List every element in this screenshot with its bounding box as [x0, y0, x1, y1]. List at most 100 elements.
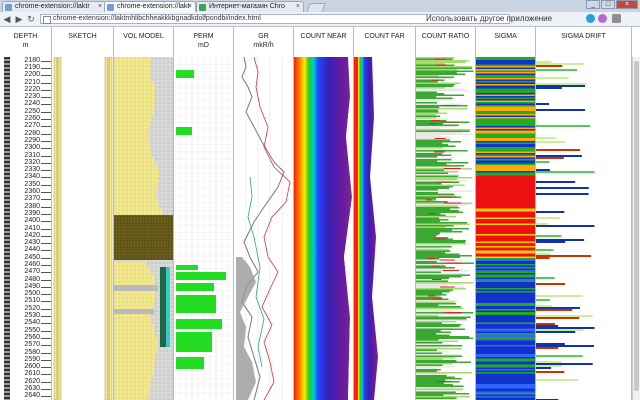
close-tab-icon[interactable]: × [98, 2, 102, 12]
sigma-band [476, 70, 535, 72]
close-window-icon[interactable]: × [616, 0, 638, 9]
drift-band [536, 109, 586, 111]
scrollbar-thumb[interactable] [634, 61, 639, 391]
sigma-band [476, 160, 535, 162]
sigma-band [476, 381, 535, 383]
gr-red-curve [253, 57, 291, 400]
drift-band [536, 179, 596, 181]
ratio-band [416, 273, 465, 275]
back-icon[interactable]: ◀ [2, 14, 12, 24]
depth-tick [41, 184, 51, 186]
drift-band [536, 315, 593, 317]
sigma-band [476, 336, 535, 338]
minimize-icon[interactable]: _ [586, 0, 600, 9]
ratio-band [416, 228, 469, 230]
extension-hint[interactable]: Использовать другое приложение [426, 14, 552, 24]
drift-band [536, 79, 596, 81]
close-tab-icon[interactable]: × [188, 2, 192, 12]
drift-band [536, 159, 596, 161]
ratio-band [416, 219, 449, 221]
sigma-band [476, 274, 535, 276]
sigma-band [476, 87, 535, 89]
sigma-band [476, 189, 535, 191]
ratio-band [416, 303, 457, 305]
depth-tick [41, 119, 51, 121]
sigma-band [476, 262, 535, 264]
depth-tick [41, 257, 51, 259]
reload-icon[interactable]: ↻ [26, 14, 36, 24]
sigma-band [476, 229, 535, 231]
drift-band [536, 367, 552, 369]
sigma-band [476, 102, 535, 104]
forward-icon[interactable]: ▶ [14, 14, 24, 24]
drift-band [536, 353, 596, 355]
drift-band [536, 201, 596, 203]
ratio-band [444, 312, 462, 313]
drift-band [536, 285, 596, 287]
ratio-band [416, 81, 438, 83]
drift-band [536, 229, 596, 231]
sigma-band [476, 174, 535, 176]
drift-band [536, 313, 596, 315]
browser-tab-2[interactable]: chrome-extension://lakt × [104, 1, 196, 12]
ratio-band [427, 295, 436, 297]
drift-band [536, 389, 596, 391]
sigma-band [476, 61, 535, 63]
depth-tick [41, 272, 51, 274]
ratio-band [416, 255, 473, 257]
sigma-band [476, 324, 535, 326]
depth-tick [41, 111, 51, 113]
drift-band [536, 263, 596, 265]
gr-track [234, 57, 294, 400]
sigma-band [476, 163, 535, 165]
browser-tab-3[interactable]: Интернет-магазин Chro × [196, 1, 304, 12]
drift-band [536, 369, 596, 371]
track-header-sketch: SKETCH [52, 27, 114, 57]
close-tab-icon[interactable]: × [296, 2, 300, 12]
vertical-scrollbar[interactable] [632, 57, 640, 400]
drift-band [536, 283, 566, 285]
ratio-band [442, 121, 459, 123]
perm-plot [174, 57, 233, 400]
drift-band [536, 385, 596, 387]
drift-band [536, 69, 577, 71]
ratio-band [416, 307, 464, 309]
ratio-band [416, 178, 458, 180]
sigma-band [476, 81, 535, 83]
sigma-band [476, 367, 535, 369]
ratio-band [416, 78, 452, 80]
ratio-band [416, 387, 455, 389]
sigma-band [476, 151, 535, 153]
sigma-band [476, 246, 535, 248]
ratio-band [437, 181, 451, 183]
sigma-band [476, 372, 535, 374]
ratio-band [416, 124, 459, 126]
sigma-band [476, 145, 535, 147]
extension-icon[interactable] [598, 14, 607, 23]
ratio-band [416, 363, 453, 365]
ratio-band [416, 210, 459, 212]
sigma-band [476, 205, 535, 207]
skype-icon[interactable] [586, 14, 595, 23]
drift-band [536, 281, 596, 283]
drift-band [536, 333, 596, 335]
sigma-band [476, 78, 535, 80]
drift-band [536, 231, 596, 233]
menu-icon[interactable] [612, 14, 621, 23]
sigma-band [476, 397, 535, 399]
drift-band [536, 83, 587, 85]
sigma-band [476, 382, 535, 384]
address-text: chrome-extension://laktmhlibchheakkkbgna… [53, 15, 261, 22]
sigma-band [476, 121, 535, 123]
ratio-band [416, 63, 445, 65]
ratio-band [416, 112, 448, 114]
sigma-band [476, 129, 535, 131]
maximize-icon[interactable]: □ [601, 0, 615, 9]
coal-layer [114, 215, 173, 260]
sigma-band [476, 244, 535, 246]
drift-band [536, 247, 596, 249]
perm-bar [176, 283, 214, 291]
browser-tab-1[interactable]: chrome-extension://laktr × [2, 1, 106, 12]
ratio-band [416, 351, 449, 353]
sigma-band [476, 264, 535, 266]
